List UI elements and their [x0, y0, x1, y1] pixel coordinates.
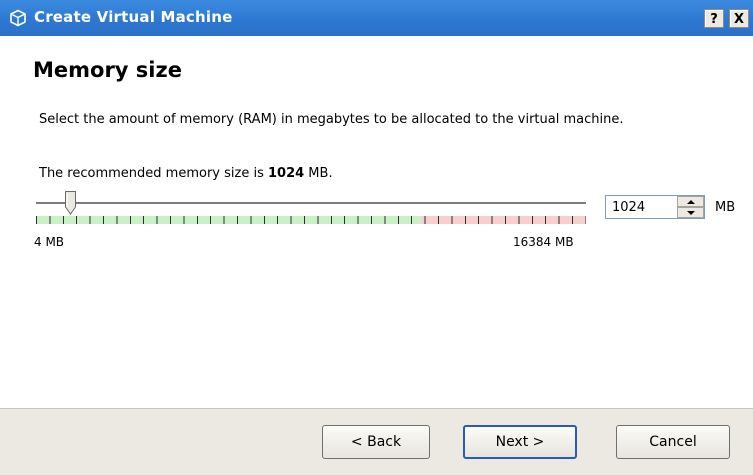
recommended-suffix: MB.	[304, 166, 333, 181]
slider-handle[interactable]	[65, 191, 76, 219]
slider-ticks	[36, 216, 586, 224]
spin-up-button[interactable]	[677, 196, 704, 207]
tick-marks	[36, 216, 586, 224]
recommended-memory-text: The recommended memory size is 1024 MB.	[39, 166, 333, 181]
title-bar[interactable]: Create Virtual Machine ? X	[0, 0, 753, 36]
spin-down-button[interactable]	[677, 207, 704, 218]
button-bar: < Back Next > Cancel	[0, 408, 753, 475]
slider-min-label: 4 MB	[34, 235, 65, 249]
description-text: Select the amount of memory (RAM) in meg…	[39, 112, 624, 127]
recommended-value: 1024	[267, 166, 305, 181]
arrow-down-icon	[687, 211, 695, 215]
slider-max-label: 16384 MB	[513, 235, 574, 249]
close-button[interactable]: X	[729, 9, 749, 28]
page-title: Memory size	[33, 58, 182, 82]
window-title: Create Virtual Machine	[34, 8, 233, 26]
memory-input[interactable]	[606, 196, 674, 218]
virtualbox-cube-icon	[9, 9, 27, 27]
recommended-prefix: The recommended memory size is	[39, 166, 268, 181]
back-button[interactable]: < Back	[322, 425, 430, 459]
help-button[interactable]: ?	[704, 9, 724, 28]
memory-slider[interactable]	[36, 190, 594, 224]
create-vm-dialog: Create Virtual Machine ? X Memory size S…	[0, 0, 753, 475]
memory-spinbox[interactable]	[605, 195, 705, 219]
cancel-button[interactable]: Cancel	[616, 425, 730, 459]
memory-unit-label: MB	[715, 200, 736, 215]
next-button[interactable]: Next >	[463, 425, 577, 459]
slider-track[interactable]	[36, 202, 586, 205]
arrow-up-icon	[687, 200, 695, 204]
